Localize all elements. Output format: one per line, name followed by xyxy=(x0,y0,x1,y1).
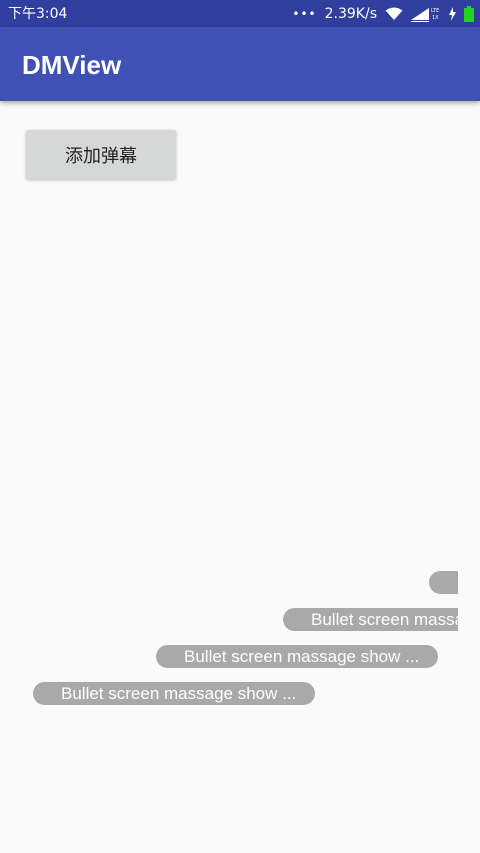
network-speed: 2.39K/s xyxy=(324,6,377,22)
danmaku-bullet: Bullet screen massage show ... xyxy=(156,645,438,668)
danmaku-bullet xyxy=(429,571,458,594)
status-indicators: ••• 2.39K/s LTE 1X xyxy=(292,4,474,24)
app-bar: DMView xyxy=(0,27,480,101)
app-title: DMView xyxy=(22,50,122,80)
wifi-icon xyxy=(385,7,403,21)
battery-icon xyxy=(464,6,474,22)
add-danmaku-button[interactable]: 添加弹幕 xyxy=(26,130,176,179)
signal-lte-icon: LTE 1X xyxy=(411,6,441,22)
danmaku-bullet: Bullet screen massage show ... xyxy=(283,608,458,631)
svg-text:1X: 1X xyxy=(432,15,439,21)
charging-icon xyxy=(449,7,456,21)
danmaku-area: Bullet screen massage show ... Bullet sc… xyxy=(0,560,458,720)
svg-text:LTE: LTE xyxy=(431,8,439,14)
danmaku-bullet: Bullet screen massage show ... xyxy=(33,682,315,705)
status-time: 下午3:04 xyxy=(8,6,68,22)
status-bar: 下午3:04 ••• 2.39K/s LTE 1X xyxy=(0,0,480,27)
notification-dots: ••• xyxy=(292,7,317,21)
